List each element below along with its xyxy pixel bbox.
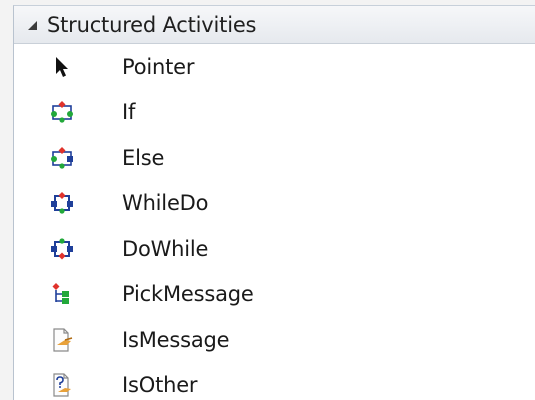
pointer-icon	[56, 56, 68, 77]
toolbox-item-label: WhileDo	[122, 191, 209, 216]
toolbox-item-label: IsOther	[122, 373, 198, 398]
group-title: Structured Activities	[47, 12, 257, 37]
toolbox-item-else[interactable]: Else	[14, 135, 535, 181]
toolbox-item-label: Else	[122, 145, 165, 170]
toolbox-item-if[interactable]: If	[14, 90, 535, 136]
toolbox-item-label: DoWhile	[122, 236, 209, 261]
toolbox-item-label: IsMessage	[122, 327, 230, 352]
toolbox-panel: Structured Activities Pointer If Else Wh…	[13, 5, 535, 400]
toolbox-item-dowhile[interactable]: DoWhile	[14, 226, 535, 272]
toolbox-item-pickmessage[interactable]: PickMessage	[14, 272, 535, 318]
dowhile-activity-icon	[51, 238, 73, 260]
toolbox-item-whiledo[interactable]: WhileDo	[14, 181, 535, 227]
toolbox-item-isother[interactable]: IsOther	[14, 363, 535, 400]
activity-list: Pointer If Else WhileDo DoWhile PickMess…	[14, 44, 535, 400]
collapse-triangle-icon[interactable]	[28, 21, 37, 30]
toolbox-item-label: Pointer	[122, 54, 195, 79]
if-activity-icon	[51, 101, 73, 123]
group-header-structured-activities[interactable]: Structured Activities	[14, 6, 535, 44]
toolbox-item-pointer[interactable]: Pointer	[14, 44, 535, 90]
else-activity-icon	[51, 146, 73, 169]
toolbox-item-label: PickMessage	[122, 282, 254, 307]
ismessage-activity-icon	[53, 328, 73, 352]
pickmessage-activity-icon	[52, 283, 69, 305]
toolbox-item-label: If	[122, 100, 136, 125]
whiledo-activity-icon	[51, 192, 73, 214]
isother-activity-icon	[53, 373, 71, 397]
toolbox-item-ismessage[interactable]: IsMessage	[14, 317, 535, 363]
